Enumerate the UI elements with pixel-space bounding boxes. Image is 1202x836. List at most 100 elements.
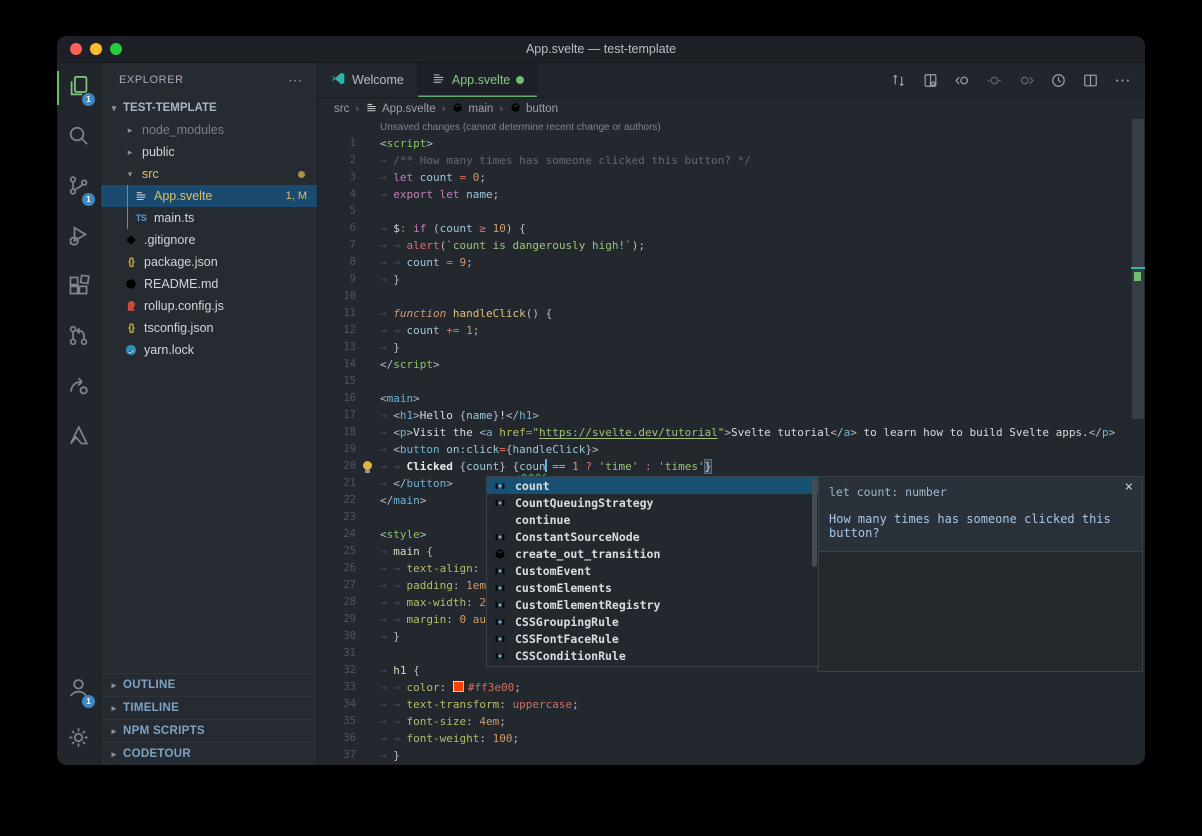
line-number: 9: [318, 271, 356, 288]
open-changes-icon[interactable]: [922, 72, 939, 89]
more-actions-icon[interactable]: [1114, 72, 1131, 89]
code-line-3[interactable]: 3→ let count = 0;: [318, 169, 1145, 186]
activity-live-share[interactable]: [57, 363, 100, 413]
file-tree-item-public[interactable]: ▸public: [101, 141, 317, 163]
code-line-35[interactable]: 35→ → font-size: 4em;: [318, 713, 1145, 730]
line-number: 28: [318, 594, 356, 611]
file-tree-item-tsconfig-json[interactable]: {}tsconfig.json: [101, 317, 317, 339]
sidebar-section-timeline[interactable]: ▸TIMELINE: [101, 696, 317, 719]
code-editor[interactable]: Unsaved changes (cannot determine recent…: [318, 119, 1145, 765]
activity-run-debug[interactable]: [57, 213, 100, 263]
code-line-18[interactable]: 18→ <p>Visit the <a href="https://svelte…: [318, 424, 1145, 441]
code-line-4[interactable]: 4→ export let name;: [318, 186, 1145, 203]
code-line-7[interactable]: 7→ → alert(`count is dangerously high!`)…: [318, 237, 1145, 254]
code-line-11[interactable]: 11→ function handleClick() {: [318, 305, 1145, 322]
file-tree: ▸node_modules▸public▾srcApp.svelte1, MTS…: [101, 119, 317, 361]
code-line-6[interactable]: 6→ $: if (count ≥ 10) {: [318, 220, 1145, 237]
code-line-12[interactable]: 12→ → count += 1;: [318, 322, 1145, 339]
file-tree-item-app-svelte[interactable]: App.svelte1, M: [101, 185, 317, 207]
minimize-window-button[interactable]: [90, 43, 102, 55]
code-line-37[interactable]: 37→ }: [318, 747, 1145, 764]
file-tree-item-rollup-config-js[interactable]: rollup.config.js: [101, 295, 317, 317]
next-change-icon[interactable]: [1018, 72, 1035, 89]
code-line-8[interactable]: 8→ → count = 9;: [318, 254, 1145, 271]
sidebar-section-npm-scripts[interactable]: ▸NPM SCRIPTS: [101, 719, 317, 742]
sidebar-section-codetour[interactable]: ▸CODETOUR: [101, 742, 317, 765]
code-line-19[interactable]: 19→ <button on:click={handleClick}>: [318, 441, 1145, 458]
file-tree-item-main-ts[interactable]: TSmain.ts: [101, 207, 317, 229]
file-tree-item-package-json[interactable]: {}package.json: [101, 251, 317, 273]
activity-settings[interactable]: [57, 715, 100, 765]
suggestion-customevent[interactable]: CustomEvent: [487, 562, 818, 579]
window-title: App.svelte — test-template: [57, 42, 1145, 56]
indent-whitespace: →: [380, 664, 393, 677]
suggestion-cssconditionrule[interactable]: CSSConditionRule: [487, 647, 818, 664]
suggestion-cssfontfacerule[interactable]: CSSFontFaceRule: [487, 630, 818, 647]
suggestion-customelements[interactable]: customElements: [487, 579, 818, 596]
indent-whitespace: →: [380, 426, 393, 439]
breadcrumb-item-main[interactable]: main: [451, 101, 493, 117]
activity-source-control[interactable]: 1: [57, 163, 100, 213]
file-tree-item-node-modules[interactable]: ▸node_modules: [101, 119, 317, 141]
tab-app-svelte[interactable]: App.svelte: [418, 63, 538, 97]
code-line-34[interactable]: 34→ → text-transform: uppercase;: [318, 696, 1145, 713]
code-line-1[interactable]: 1<script>: [318, 135, 1145, 152]
code-line-5[interactable]: 5: [318, 203, 1145, 220]
code-line-33[interactable]: 33→ → color: #ff3e00;: [318, 679, 1145, 696]
suggest-scrollbar[interactable]: [812, 479, 817, 567]
activity-github-pull-requests[interactable]: [57, 313, 100, 363]
editor-scrollbar[interactable]: [1132, 119, 1144, 419]
code-line-10[interactable]: 10: [318, 288, 1145, 305]
timeline-icon[interactable]: [1050, 72, 1067, 89]
suggestion-customelementregistry[interactable]: CustomElementRegistry: [487, 596, 818, 613]
line-number: 29: [318, 611, 356, 628]
suggestion-create_out_transition[interactable]: create_out_transition: [487, 545, 818, 562]
breadcrumb-item-app-svelte[interactable]: App.svelte: [365, 101, 436, 117]
activity-explorer[interactable]: 1: [57, 63, 100, 113]
activity-extensions[interactable]: [57, 263, 100, 313]
previous-change-icon[interactable]: [954, 72, 971, 89]
breadcrumb-item-button[interactable]: button: [509, 101, 558, 117]
activity-accounts[interactable]: 1: [57, 665, 100, 715]
code-line-2[interactable]: 2→ /** How many times has someone clicke…: [318, 152, 1145, 169]
suggestion-countqueuingstrategy[interactable]: CountQueuingStrategy: [487, 494, 818, 511]
file-tree-item-readme-md[interactable]: README.md: [101, 273, 317, 295]
activity-search[interactable]: [57, 113, 100, 163]
file-tree-item--gitignore[interactable]: .gitignore: [101, 229, 317, 251]
file-tree-item-yarn-lock[interactable]: yarn.lock: [101, 339, 317, 361]
unsaved-changes-dot-icon[interactable]: [516, 76, 524, 84]
line-number: 22: [318, 492, 356, 509]
file-tree-item-src[interactable]: ▾src: [101, 163, 317, 185]
line-number: 2: [318, 152, 356, 169]
code-line-15[interactable]: 15: [318, 373, 1145, 390]
lightbulb-icon[interactable]: [363, 461, 372, 470]
code-line-17[interactable]: 17→ <h1>Hello {name}!</h1>: [318, 407, 1145, 424]
codelens-annotation[interactable]: Unsaved changes (cannot determine recent…: [318, 120, 1145, 135]
activity-azure[interactable]: [57, 413, 100, 463]
code-line-20[interactable]: 20→ → Clicked {count} {coun == 1 ? 'time…: [318, 458, 1145, 475]
suggestion-signature: let count: number: [829, 485, 1116, 499]
explorer-more-actions-icon[interactable]: ⋯: [288, 72, 303, 89]
gutter-indicator-icon[interactable]: [986, 72, 1003, 89]
zoom-window-button[interactable]: [110, 43, 122, 55]
sidebar-section-outline[interactable]: ▸OUTLINE: [101, 673, 317, 696]
compare-changes-icon[interactable]: [890, 72, 907, 89]
symbol-variable-icon: [492, 632, 508, 646]
split-editor-icon[interactable]: [1082, 72, 1099, 89]
tab-welcome[interactable]: Welcome: [318, 63, 418, 97]
suggestion-count[interactable]: count: [487, 477, 818, 494]
code-line-36[interactable]: 36→ → font-weight: 100;: [318, 730, 1145, 747]
code-line-9[interactable]: 9→ }: [318, 271, 1145, 288]
close-window-button[interactable]: [70, 43, 82, 55]
code-line-16[interactable]: 16<main>: [318, 390, 1145, 407]
symbol-variable-icon: [492, 530, 508, 544]
close-icon[interactable]: ×: [1125, 479, 1133, 495]
css-color-swatch[interactable]: [453, 681, 464, 692]
suggestion-constantsourcenode[interactable]: ConstantSourceNode: [487, 528, 818, 545]
suggestion-continue[interactable]: continue: [487, 511, 818, 528]
suggestion-cssgroupingrule[interactable]: CSSGroupingRule: [487, 613, 818, 630]
breadcrumb-item-src[interactable]: src: [334, 103, 349, 115]
code-line-13[interactable]: 13→ }: [318, 339, 1145, 356]
workspace-root-row[interactable]: ▾ TEST-TEMPLATE: [101, 97, 317, 119]
code-line-14[interactable]: 14</script>: [318, 356, 1145, 373]
